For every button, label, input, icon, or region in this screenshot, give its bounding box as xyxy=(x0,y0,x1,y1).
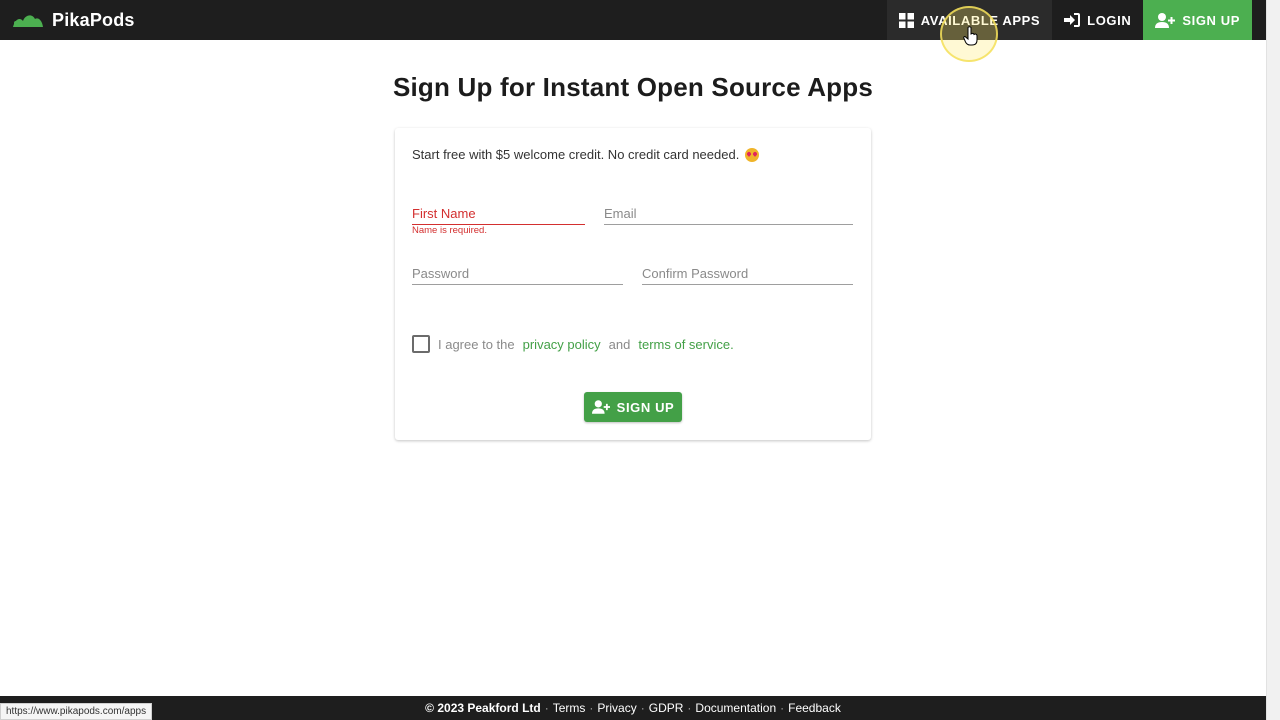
footer-copyright: © 2023 Peakford Ltd xyxy=(425,701,541,715)
signup-submit-button[interactable]: SIGN UP xyxy=(584,392,682,422)
first-name-error: Name is required. xyxy=(412,225,487,236)
user-plus-icon xyxy=(1155,12,1176,28)
footer-privacy-link[interactable]: Privacy xyxy=(597,701,636,715)
login-label: LOGIN xyxy=(1087,12,1132,28)
footer-feedback-link[interactable]: Feedback xyxy=(788,701,841,715)
email-input[interactable] xyxy=(604,201,853,225)
brand-name: PikaPods xyxy=(52,9,135,30)
footer-separator: · xyxy=(589,701,594,715)
footer-separator: · xyxy=(780,701,785,715)
confirm-password-field xyxy=(642,261,853,285)
page-scrollbar[interactable] xyxy=(1266,0,1280,720)
password-field xyxy=(412,261,623,285)
top-navbar: PikaPods AVAILABLE APPS LOGIN SIGN UP xyxy=(0,0,1266,40)
intro-text-row: Start free with $5 welcome credit. No cr… xyxy=(412,147,760,162)
confirm-password-input[interactable] xyxy=(642,261,853,285)
user-plus-icon xyxy=(591,400,610,414)
privacy-policy-link[interactable]: privacy policy xyxy=(523,337,601,352)
footer-gdpr-link[interactable]: GDPR xyxy=(649,701,684,715)
agree-terms-row: I agree to the privacy policy and terms … xyxy=(412,335,734,353)
signup-card: Start free with $5 welcome credit. No cr… xyxy=(395,128,871,440)
nav-menu: AVAILABLE APPS LOGIN SIGN UP xyxy=(886,0,1252,40)
email-field xyxy=(604,201,853,225)
intro-text: Start free with $5 welcome credit. No cr… xyxy=(412,147,740,162)
available-apps-label: AVAILABLE APPS xyxy=(920,12,1041,28)
footer-separator: · xyxy=(544,701,549,715)
brand-logo-link[interactable]: PikaPods xyxy=(12,0,135,40)
page-title: Sign Up for Instant Open Source Apps xyxy=(392,72,874,102)
footer-terms-link[interactable]: Terms xyxy=(553,701,586,715)
agree-checkbox[interactable] xyxy=(412,335,430,353)
footer-documentation-link[interactable]: Documentation xyxy=(695,701,776,715)
grid-icon xyxy=(898,12,914,28)
first-name-input[interactable] xyxy=(412,201,585,225)
heart-eyes-emoji-icon xyxy=(745,147,760,162)
status-bar-url: https://www.pikapods.com/apps xyxy=(0,703,153,720)
available-apps-button[interactable]: AVAILABLE APPS xyxy=(886,0,1053,40)
footer: © 2023 Peakford Ltd · Terms · Privacy · … xyxy=(0,696,1266,720)
footer-separator: · xyxy=(687,701,692,715)
signup-nav-label: SIGN UP xyxy=(1182,12,1240,28)
pikapods-logo-icon xyxy=(13,15,43,27)
agree-and: and xyxy=(608,336,631,352)
login-button[interactable]: LOGIN xyxy=(1052,0,1143,40)
sign-in-icon xyxy=(1064,13,1081,27)
agree-prefix: I agree to the xyxy=(438,336,515,352)
terms-of-service-link[interactable]: terms of service. xyxy=(638,337,733,352)
first-name-field xyxy=(412,201,585,225)
footer-separator: · xyxy=(640,701,645,715)
signup-nav-button[interactable]: SIGN UP xyxy=(1143,0,1252,40)
signup-submit-label: SIGN UP xyxy=(616,399,675,415)
password-input[interactable] xyxy=(412,261,623,285)
